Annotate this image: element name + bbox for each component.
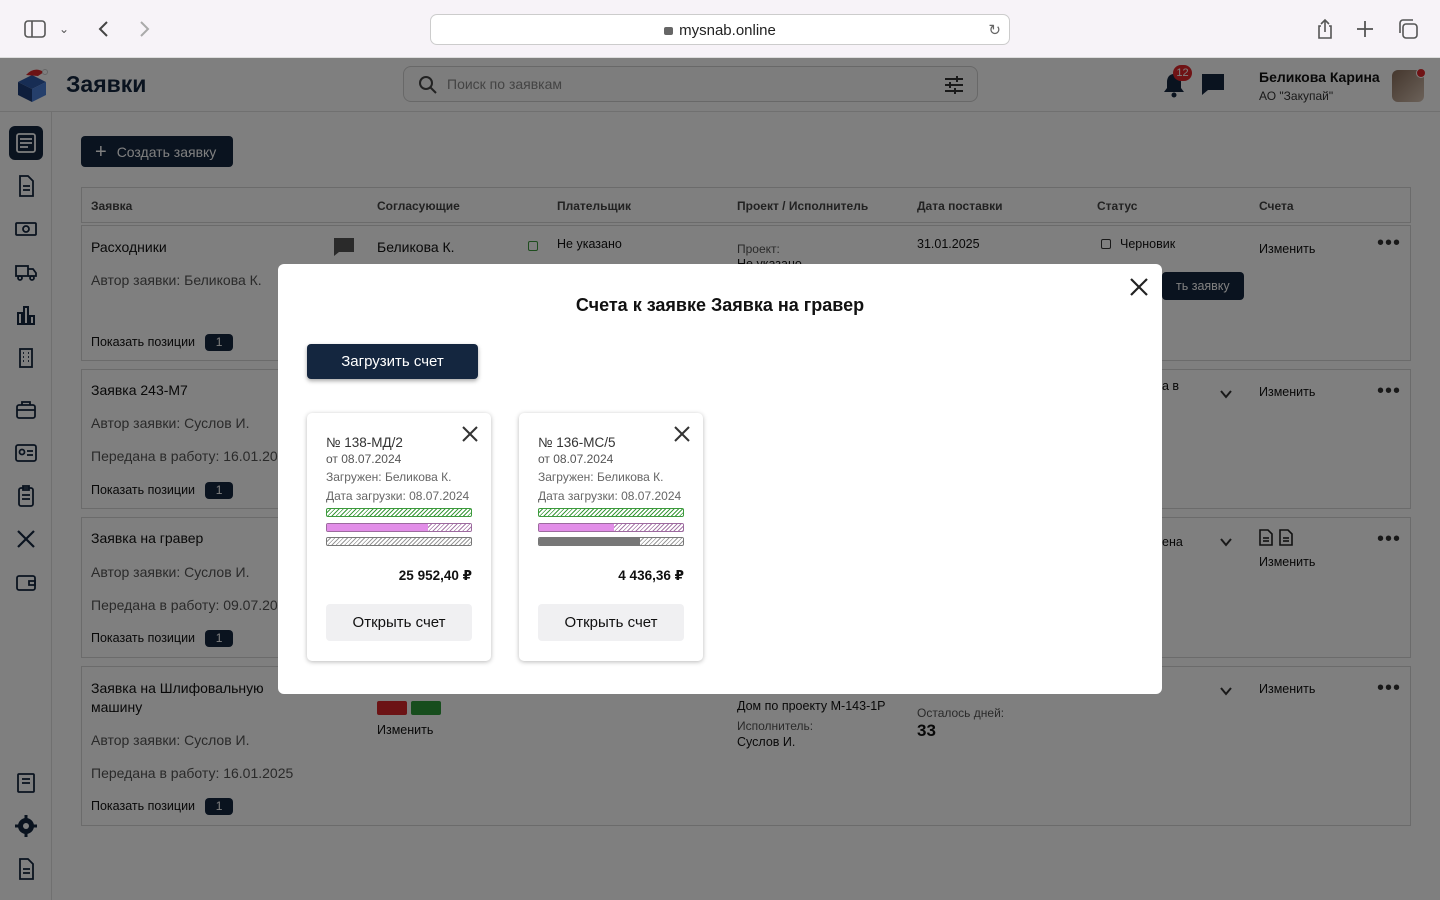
invoice-card: № 136-МС/5 от 08.07.2024 Загружен: Белик… — [519, 413, 703, 661]
progress-bar-grey — [326, 537, 472, 546]
browser-toolbar: ⌄ mysnab.online ↻ — [0, 0, 1440, 58]
invoice-date: от 08.07.2024 — [538, 452, 614, 466]
progress-bar-pink — [538, 523, 684, 532]
upload-invoice-button[interactable]: Загрузить счет — [307, 344, 478, 379]
back-icon[interactable] — [92, 17, 116, 41]
reload-icon[interactable]: ↻ — [988, 15, 1001, 46]
invoice-upload-date: Дата загрузки: 08.07.2024 — [538, 489, 682, 503]
delete-invoice-icon[interactable] — [673, 425, 691, 443]
open-invoice-button[interactable]: Открыть счет — [326, 604, 472, 641]
invoice-date: от 08.07.2024 — [326, 452, 402, 466]
address-bar[interactable]: mysnab.online ↻ — [430, 14, 1010, 45]
invoices-modal: Счета к заявке Заявка на гравер Загрузит… — [278, 264, 1162, 694]
invoice-number: № 136-МС/5 — [538, 435, 616, 450]
invoice-uploaded-by: Загружен: Беликова К. — [538, 470, 664, 484]
invoice-upload-date: Дата загрузки: 08.07.2024 — [326, 489, 470, 503]
invoice-number: № 138-МД/2 — [326, 435, 403, 450]
forward-icon[interactable] — [132, 17, 156, 41]
open-invoice-button[interactable]: Открыть счет — [538, 604, 684, 641]
lock-icon — [664, 27, 674, 35]
invoice-uploaded-by: Загружен: Беликова К. — [326, 470, 452, 484]
progress-bar-pink — [326, 523, 472, 532]
invoice-card: № 138-МД/2 от 08.07.2024 Загружен: Белик… — [307, 413, 491, 661]
chevron-down-icon[interactable]: ⌄ — [56, 17, 72, 41]
progress-bar-green — [326, 508, 472, 517]
progress-bar-grey — [538, 537, 684, 546]
invoice-sum: 25 952,40 ₽ — [398, 568, 472, 583]
modal-title: Счета к заявке Заявка на гравер — [575, 295, 865, 315]
tabs-overview-icon[interactable] — [1396, 17, 1420, 41]
close-icon[interactable] — [1128, 276, 1150, 298]
delete-invoice-icon[interactable] — [461, 425, 479, 443]
share-icon[interactable] — [1313, 17, 1337, 41]
new-tab-icon[interactable] — [1353, 17, 1377, 41]
url-text: mysnab.online — [679, 22, 776, 39]
invoice-sum: 4 436,36 ₽ — [618, 568, 684, 583]
sidebar-toggle-icon[interactable] — [23, 17, 47, 41]
progress-bar-green — [538, 508, 684, 517]
